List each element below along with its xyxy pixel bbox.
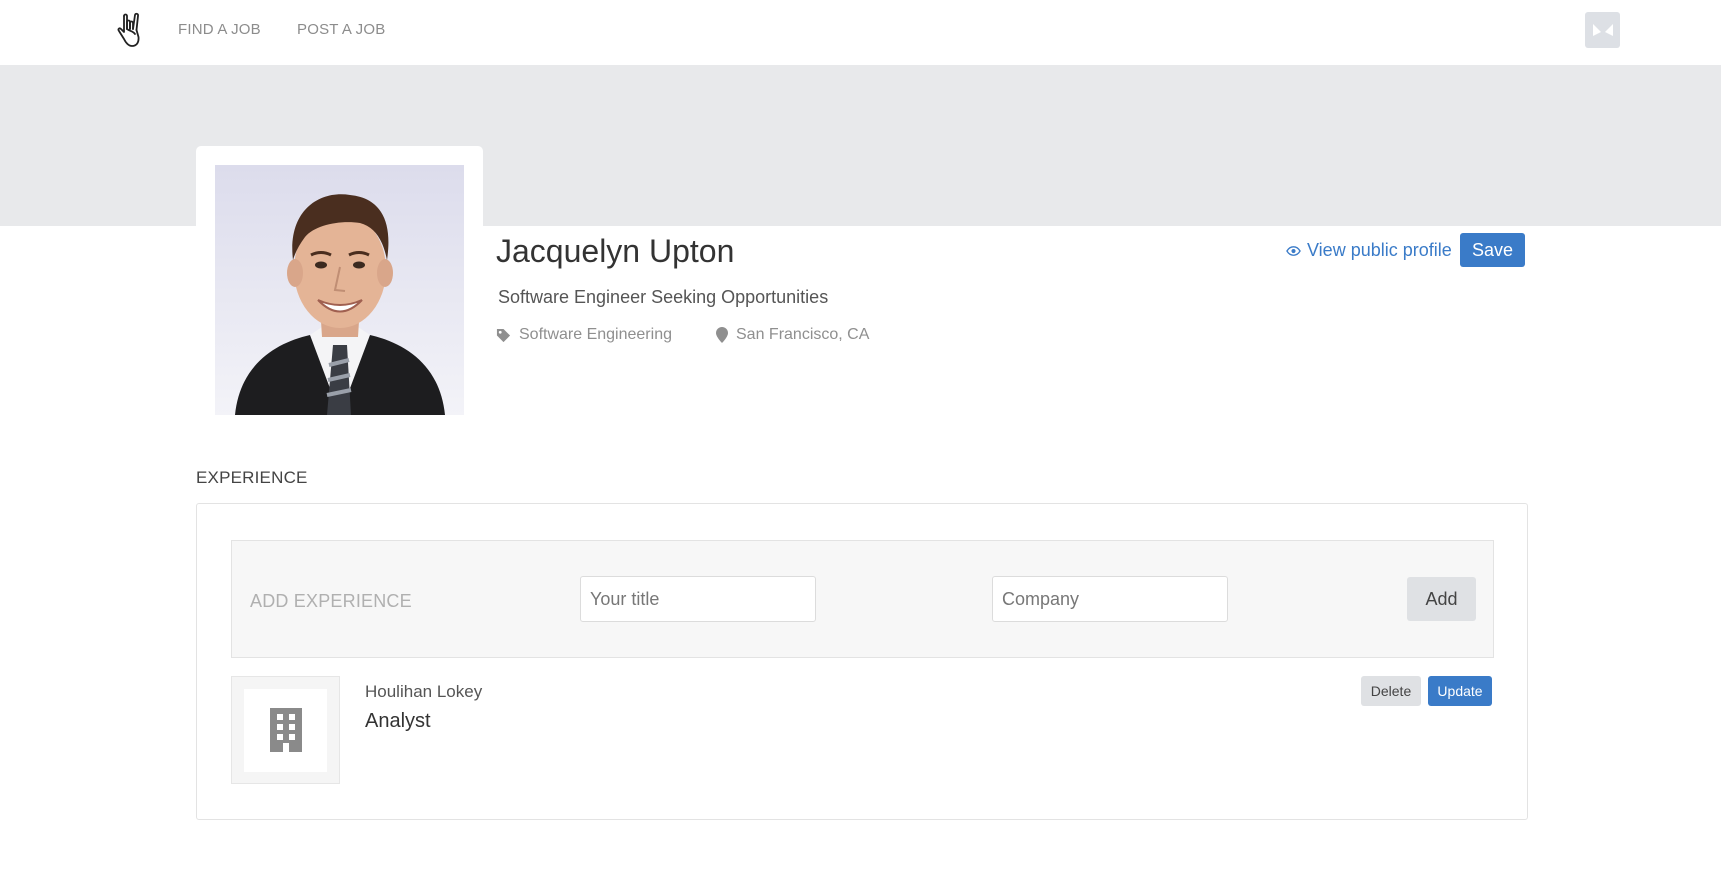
- update-experience-button[interactable]: Update: [1428, 676, 1492, 706]
- eye-icon: [1286, 245, 1301, 256]
- add-experience-form: ADD EXPERIENCE Add: [231, 540, 1494, 658]
- nav-post-a-job[interactable]: POST A JOB: [297, 21, 385, 38]
- profile-photo-card: [196, 146, 483, 436]
- rock-hand-icon[interactable]: [116, 12, 144, 50]
- tag-icon: [496, 328, 511, 342]
- map-pin-icon: [716, 327, 728, 343]
- top-navbar: FIND A JOB POST A JOB: [0, 0, 1721, 65]
- user-avatar-icon[interactable]: [1585, 12, 1620, 48]
- profile-photo: [215, 165, 464, 415]
- nav-find-a-job[interactable]: FIND A JOB: [178, 21, 261, 38]
- company-logo: [231, 676, 340, 784]
- delete-experience-button[interactable]: Delete: [1361, 676, 1421, 706]
- profile-name: Jacquelyn Upton: [496, 233, 735, 269]
- experience-panel: ADD EXPERIENCE Add Houlihan Lokey Analys…: [196, 503, 1528, 820]
- experience-title: Analyst: [365, 710, 431, 732]
- add-experience-label: ADD EXPERIENCE: [250, 591, 412, 611]
- company-input[interactable]: [992, 576, 1228, 622]
- building-icon: [269, 708, 302, 752]
- profile-location-label: San Francisco, CA: [736, 326, 870, 343]
- save-button[interactable]: Save: [1460, 233, 1525, 267]
- profile-category: Software Engineering: [496, 326, 672, 344]
- view-public-profile-link[interactable]: View public profile: [1286, 240, 1452, 261]
- profile-headline: Software Engineer Seeking Opportunities: [498, 287, 829, 307]
- experience-company: Houlihan Lokey: [365, 682, 483, 701]
- experience-item: Houlihan Lokey Analyst Delete Update: [231, 676, 1494, 784]
- add-experience-button[interactable]: Add: [1407, 577, 1476, 621]
- title-input[interactable]: [580, 576, 816, 622]
- profile-category-label: Software Engineering: [519, 326, 672, 343]
- view-public-profile-label: View public profile: [1307, 240, 1452, 260]
- profile-location: San Francisco, CA: [716, 326, 869, 344]
- experience-section-title: EXPERIENCE: [196, 468, 308, 487]
